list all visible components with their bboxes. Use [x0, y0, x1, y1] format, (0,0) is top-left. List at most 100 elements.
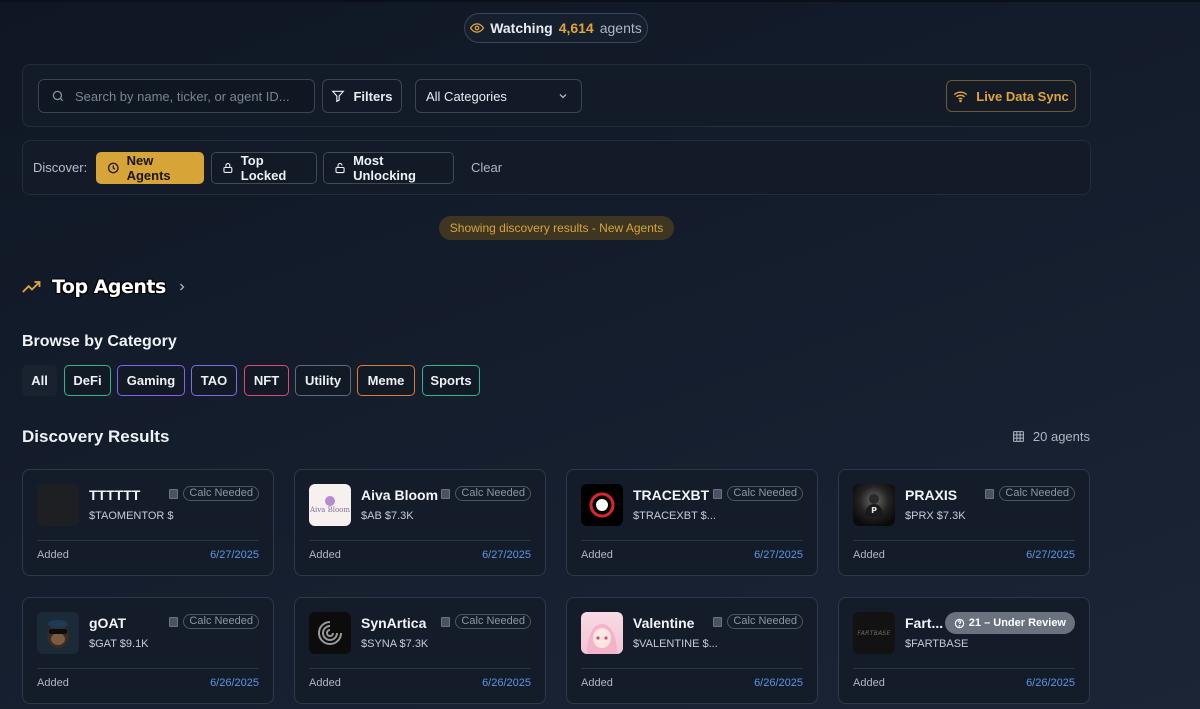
agent-thumbnail	[309, 612, 351, 654]
added-label: Added	[37, 549, 69, 561]
category-meme[interactable]: Meme	[357, 365, 415, 396]
top-locked-button[interactable]: Top Locked	[211, 152, 317, 184]
discover-panel: Discover: New Agents Top Locked Most Unl…	[22, 140, 1091, 195]
category-utility[interactable]: Utility	[295, 365, 351, 396]
watching-indicator: Watching 4,614 agents	[464, 13, 648, 43]
live-data-sync-button[interactable]: Live Data Sync	[946, 80, 1076, 112]
divider	[37, 668, 259, 669]
top-agents-title: Top Agents	[52, 276, 166, 298]
chevron-down-icon	[559, 94, 567, 99]
added-date: 6/27/2025	[210, 549, 259, 561]
added-label: Added	[581, 677, 613, 689]
added-date: 6/26/2025	[754, 677, 803, 689]
agent-thumbnail: Aiva Bloom	[309, 484, 351, 526]
category-select[interactable]: All Categories	[415, 79, 582, 113]
search-input[interactable]	[75, 88, 305, 104]
search-box[interactable]	[38, 79, 315, 113]
divider	[853, 668, 1075, 669]
checkbox-icon	[713, 488, 723, 499]
praxis-logo-icon: P	[865, 494, 883, 517]
badge-label: Calc Needed	[455, 486, 531, 501]
filters-button[interactable]: Filters	[322, 79, 402, 113]
added-date: 6/26/2025	[210, 677, 259, 689]
added-label: Added	[309, 677, 341, 689]
agent-card[interactable]: Valentine $VALENTINE $... Calc Needed Ad…	[566, 597, 818, 704]
agent-card[interactable]: gOAT $GAT $9.1K Calc Needed Added 6/26/2…	[22, 597, 274, 704]
agent-thumbnail: FARTBASE	[853, 612, 895, 654]
svg-text:P: P	[871, 506, 877, 515]
added-label: Added	[37, 677, 69, 689]
most-unlocking-button[interactable]: Most Unlocking	[323, 152, 454, 184]
checkbox-icon	[169, 488, 179, 499]
agent-card[interactable]: Aiva Bloom Aiva Bloom $AB $7.3K Calc Nee…	[294, 469, 546, 576]
added-label: Added	[581, 549, 613, 561]
under-review-badge: 21 – Under Review	[944, 612, 1075, 634]
under-review-label: 21 – Under Review	[968, 617, 1066, 629]
category-nft[interactable]: NFT	[244, 365, 289, 396]
discovery-results-title: Discovery Results	[22, 427, 170, 446]
agent-card[interactable]: TRACEXBT $TRACEXBT $... Calc Needed Adde…	[566, 469, 818, 576]
watching-count: 4,614	[558, 20, 594, 36]
agent-count: 20 agents	[1012, 429, 1090, 444]
agent-name: TTTTTT	[89, 487, 141, 503]
checkbox-icon	[441, 616, 451, 627]
checkbox-icon	[169, 616, 179, 627]
agent-card[interactable]: TTTTTT $TAOMENTOR $ Calc Needed Added 6/…	[22, 469, 274, 576]
added-date: 6/26/2025	[482, 677, 531, 689]
category-sports[interactable]: Sports	[422, 365, 480, 396]
added-date: 6/27/2025	[482, 549, 531, 561]
added-date: 6/27/2025	[1026, 549, 1075, 561]
calc-needed-badge: Calc Needed	[985, 486, 1075, 501]
agent-ticker: $GAT $9.1K	[89, 638, 149, 650]
aiva-logo-text: Aiva Bloom	[309, 506, 351, 514]
discover-label: Discover:	[33, 160, 88, 175]
badge-label: Calc Needed	[727, 614, 803, 629]
showing-results-badge: Showing discovery results - New Agents	[439, 216, 674, 240]
grid-icon	[1012, 431, 1024, 442]
badge-label: Calc Needed	[183, 614, 259, 629]
divider	[309, 540, 531, 541]
added-date: 6/27/2025	[754, 549, 803, 561]
calc-needed-badge: Calc Needed	[441, 614, 531, 629]
most-unlocking-label: Most Unlocking	[353, 153, 416, 183]
category-all[interactable]: All	[22, 365, 57, 396]
checkbox-icon	[713, 616, 723, 627]
new-agents-label: New Agents	[126, 153, 171, 183]
agent-name: Aiva Bloom	[361, 487, 439, 503]
lock-icon	[223, 163, 233, 173]
new-agents-button[interactable]: New Agents	[96, 152, 204, 184]
filters-label: Filters	[353, 88, 393, 104]
agent-thumbnail	[581, 612, 623, 654]
agent-card[interactable]: P PRAXIS $PRX $7.3K Calc Needed Added 6/…	[838, 469, 1090, 576]
divider	[581, 668, 803, 669]
top-agents-header[interactable]: Top Agents	[22, 276, 188, 298]
divider	[309, 668, 531, 669]
watching-prefix: Watching	[490, 20, 553, 36]
calc-needed-badge: Calc Needed	[169, 486, 259, 501]
watching-suffix: agents	[599, 20, 642, 36]
category-gaming[interactable]: Gaming	[117, 365, 185, 396]
clear-link[interactable]: Clear	[471, 160, 502, 175]
chevron-right-icon	[179, 283, 185, 291]
top-border	[0, 0, 1200, 2]
unlock-icon	[335, 162, 345, 174]
added-label: Added	[853, 677, 885, 689]
agent-card[interactable]: FARTBASE Fart... $FARTBASE 21 – Under Re…	[838, 597, 1090, 704]
badge-label: Calc Needed	[999, 486, 1075, 501]
agent-card[interactable]: SynArtica $SYNA $7.3K Calc Needed Added …	[294, 597, 546, 704]
category-defi[interactable]: DeFi	[64, 365, 111, 396]
eye-icon	[470, 23, 485, 33]
divider	[37, 540, 259, 541]
added-label: Added	[853, 549, 885, 561]
badge-label: Calc Needed	[183, 486, 259, 501]
question-circle-icon	[954, 618, 964, 628]
ring-logo-icon	[589, 492, 615, 518]
category-tao[interactable]: TAO	[191, 365, 237, 396]
agent-ticker: $SYNA $7.3K	[361, 638, 429, 650]
flower-icon	[325, 496, 335, 506]
trending-up-icon	[22, 281, 41, 293]
agent-thumbnail	[581, 484, 623, 526]
badge-label: Calc Needed	[727, 486, 803, 501]
live-data-sync-label: Live Data Sync	[976, 88, 1069, 104]
agent-name: Valentine	[633, 615, 695, 631]
